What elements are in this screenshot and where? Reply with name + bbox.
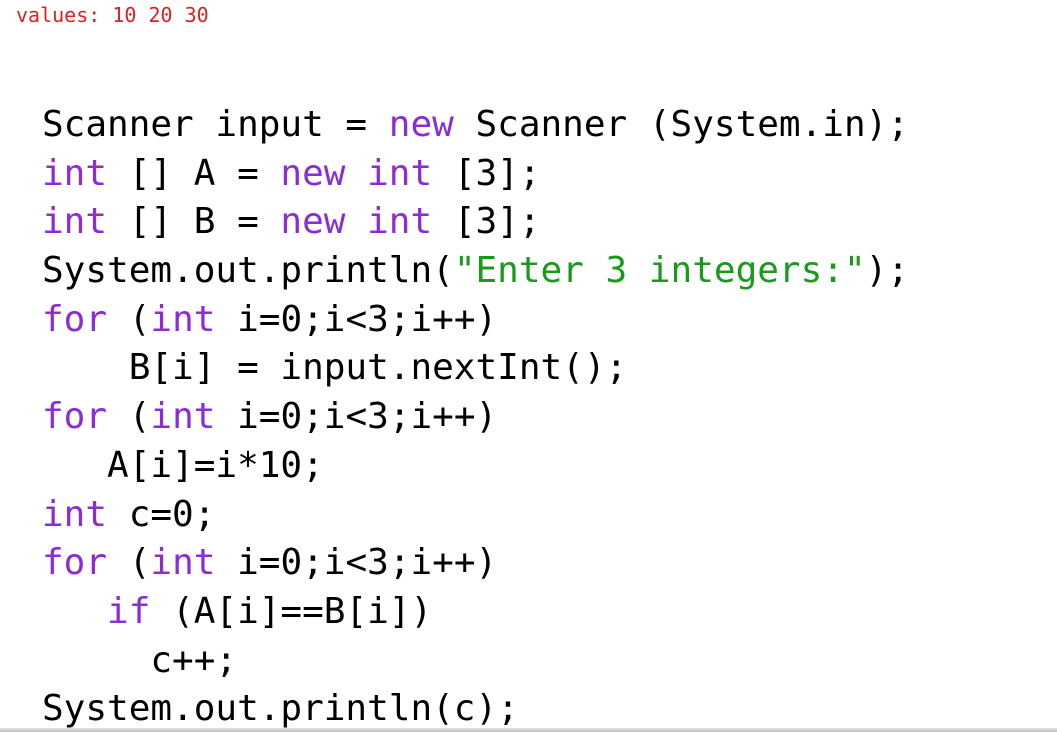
code-text: ( <box>107 298 151 340</box>
code-text: ); <box>865 250 909 292</box>
code-text: Scanner (System.in); <box>453 104 909 145</box>
code-line: B[i] = input.nextInt(); <box>42 344 909 393</box>
code-keyword: int <box>42 493 108 535</box>
code-text: ( <box>107 542 151 584</box>
code-block: Scanner input = new Scanner (System.in);… <box>42 101 909 732</box>
code-text: c++; <box>42 639 238 681</box>
code-keyword: int <box>42 201 108 243</box>
bottom-edge <box>0 728 1057 732</box>
code-text: B[i] = input.nextInt(); <box>42 347 628 389</box>
code-text: [] A = <box>107 152 281 194</box>
code-text: Scanner input = <box>42 104 389 145</box>
code-line: int [] B = new int [3]; <box>42 198 909 247</box>
code-line: for (int i=0;i<3;i++) <box>42 539 909 588</box>
code-line: c++; <box>42 637 909 686</box>
code-text: [3]; <box>432 152 541 194</box>
code-line: Scanner input = new Scanner (System.in); <box>42 101 909 150</box>
code-text: A[i]=i*10; <box>42 444 324 486</box>
code-keyword: for <box>42 396 108 438</box>
code-keyword: new int <box>280 201 433 243</box>
code-line: System.out.println(c); <box>42 685 909 732</box>
code-keyword: new int <box>280 152 433 194</box>
code-line: for (int i=0;i<3;i++) <box>42 296 909 345</box>
code-keyword: int <box>150 396 216 438</box>
values-note: values: 10 20 30 <box>16 3 209 27</box>
code-screenshot: values: 10 20 30 Scanner input = new Sca… <box>0 0 1057 732</box>
code-line: if (A[i]==B[i]) <box>42 588 909 637</box>
code-keyword: for <box>42 298 108 340</box>
code-line: A[i]=i*10; <box>42 442 909 491</box>
code-keyword: new <box>388 104 454 145</box>
code-line: int [] A = new int [3]; <box>42 150 909 199</box>
code-keyword: int <box>150 298 216 340</box>
code-text: c=0; <box>107 493 216 535</box>
code-line: for (int i=0;i<3;i++) <box>42 393 909 442</box>
code-text: i=0;i<3;i++) <box>215 298 498 340</box>
code-keyword: int <box>42 152 108 194</box>
code-keyword: int <box>150 542 216 584</box>
code-line: int c=0; <box>42 491 909 540</box>
code-text: (A[i]==B[i]) <box>150 590 433 632</box>
code-text: System.out.println( <box>42 250 454 292</box>
code-keyword: if <box>107 590 151 632</box>
code-text: System.out.println(c); <box>42 688 519 730</box>
code-text: i=0;i<3;i++) <box>215 396 498 438</box>
code-string: "Enter 3 integers:" <box>453 250 866 292</box>
code-text: [] B = <box>107 201 281 243</box>
code-line: System.out.println("Enter 3 integers:"); <box>42 247 909 296</box>
code-text: ( <box>107 396 151 438</box>
code-text: i=0;i<3;i++) <box>215 542 498 584</box>
code-text: [3]; <box>432 201 541 243</box>
code-keyword: for <box>42 542 108 584</box>
